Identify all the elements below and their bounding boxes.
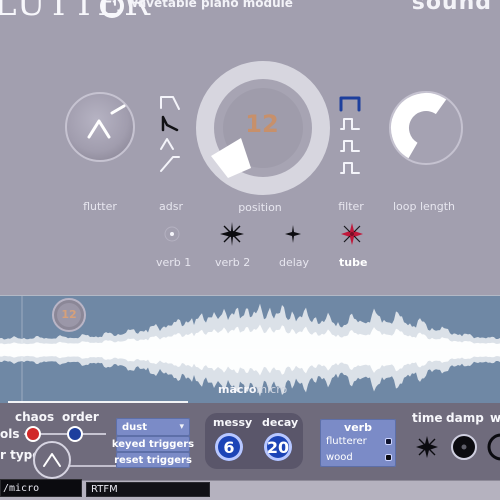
macro-label: macro: [218, 383, 257, 396]
filter-selector[interactable]: [338, 95, 364, 177]
fx-label-delay: delay: [279, 256, 310, 269]
module-subtitle: wavetable piano module: [127, 0, 293, 10]
label-messy: messy: [213, 416, 253, 429]
filter-label: filter: [338, 200, 364, 213]
label-chaos: chaos: [15, 410, 55, 424]
tube-star-icon[interactable]: [339, 221, 365, 247]
path-input[interactable]: /micro: [0, 479, 82, 497]
rtfm-button[interactable]: RTFM: [86, 482, 210, 497]
label-order: order: [62, 410, 99, 424]
label-decay: decay: [262, 416, 299, 429]
verb-item-1-dot[interactable]: [386, 455, 391, 460]
verb1-star-icon[interactable]: [160, 222, 184, 246]
app: LUTTER wavetable piano module sound flut…: [0, 0, 500, 500]
messy-value[interactable]: 6: [215, 433, 243, 461]
header-logo-icon: [100, 0, 124, 18]
macro-micro-toggle[interactable]: macromicro: [218, 383, 287, 396]
lower-panel: chaos order ols r type dust ▾ keyed trig…: [0, 403, 500, 480]
verb-item-0[interactable]: flutterer: [326, 436, 367, 447]
reset-triggers-button[interactable]: reset triggers: [114, 452, 192, 468]
width-knob-partial[interactable]: [486, 432, 500, 462]
verb-item-1[interactable]: wood: [326, 452, 353, 463]
label-damp: damp: [446, 411, 484, 425]
damp-knob[interactable]: [449, 432, 479, 462]
mode-select[interactable]: dust ▾: [116, 418, 190, 436]
verb2-star-icon[interactable]: [218, 220, 246, 248]
adsr-label: adsr: [159, 200, 183, 213]
fx-label-verb2: verb 2: [215, 256, 251, 269]
adsr-icons: [160, 96, 180, 172]
loop-length-label: loop length: [392, 200, 456, 213]
loop-length-knob[interactable]: [384, 86, 468, 170]
micro-label: micro: [256, 383, 288, 396]
fx-label-tube: tube: [339, 256, 368, 269]
verb-selector[interactable]: verb flutterer wood: [320, 419, 396, 467]
filter-icons: [339, 96, 361, 174]
position-label: position: [238, 201, 282, 214]
flutter-knob[interactable]: [61, 88, 139, 166]
brand-label: sound: [411, 0, 492, 15]
verb-item-0-dot[interactable]: [386, 439, 391, 444]
r-type-knob[interactable]: [28, 436, 76, 484]
module-panel: LUTTER wavetable piano module sound flut…: [0, 0, 500, 295]
time-star-icon[interactable]: [414, 434, 440, 460]
position-value: 12: [245, 110, 279, 138]
label-time: time: [412, 411, 443, 425]
adsr-selector[interactable]: [155, 95, 183, 177]
keyed-triggers-button[interactable]: keyed triggers: [112, 436, 194, 452]
flutter-label: flutter: [83, 200, 117, 213]
fx-label-verb1: verb 1: [156, 256, 192, 269]
decay-value[interactable]: 20: [264, 433, 292, 461]
label-w: w: [490, 411, 500, 425]
delay-star-icon[interactable]: [281, 222, 305, 246]
verb-title: verb: [344, 421, 372, 434]
mode-select-value: dust: [122, 421, 148, 433]
playhead-value: 12: [61, 308, 77, 321]
chevron-down-icon: ▾: [179, 422, 184, 432]
